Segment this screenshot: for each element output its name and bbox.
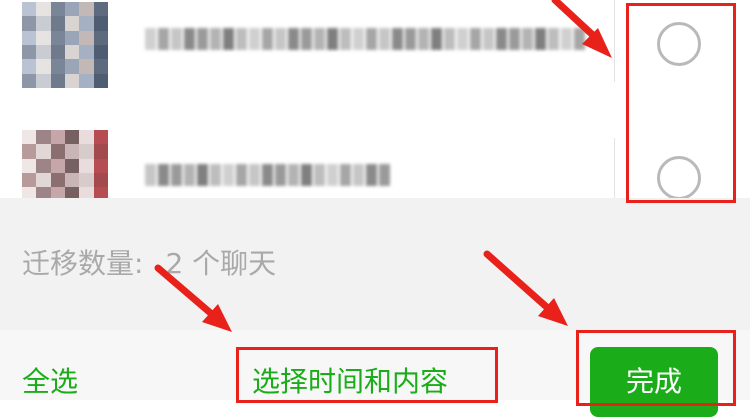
select-radio[interactable] [657, 156, 701, 198]
migration-count-label: 迁移数量: [22, 247, 144, 280]
contact-name-blurred [145, 24, 587, 54]
migration-count-value: 2 个聊天 [165, 247, 277, 280]
select-time-content-link[interactable]: 选择时间和内容 [252, 364, 448, 400]
row-divider [614, 0, 615, 82]
row-divider [614, 138, 615, 198]
avatar-pixelated [22, 130, 108, 198]
contact-name-blurred [145, 160, 392, 190]
select-radio[interactable] [657, 22, 701, 66]
done-button[interactable]: 完成 [590, 347, 718, 417]
avatar-pixelated [22, 2, 108, 88]
contact-row[interactable] [0, 112, 750, 198]
contact-row[interactable] [0, 0, 750, 112]
select-all-link[interactable]: 全选 [22, 364, 78, 400]
migration-count: 迁移数量: 2 个聊天 [22, 246, 276, 282]
